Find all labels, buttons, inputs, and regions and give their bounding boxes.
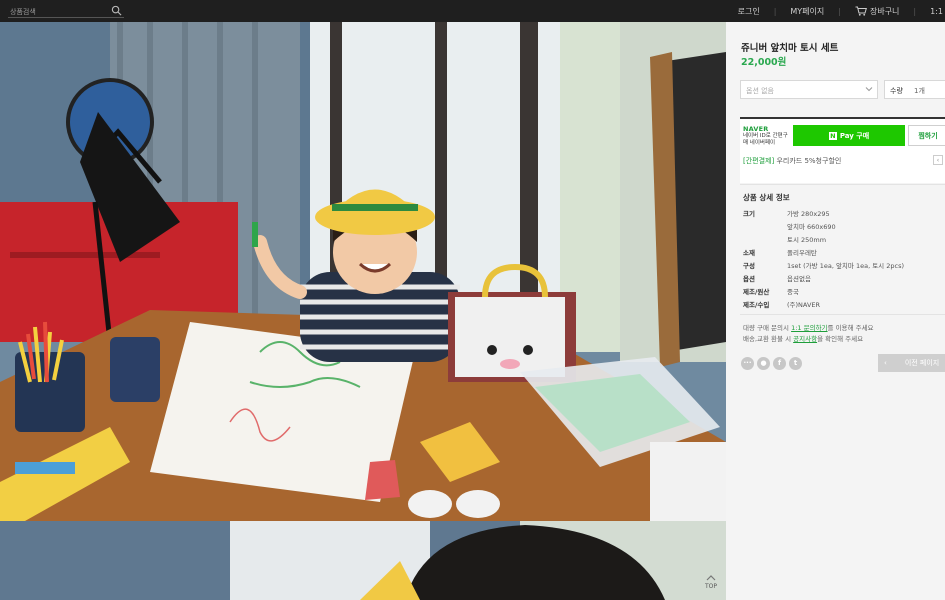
nav-divider: | xyxy=(773,6,777,16)
spec-key: 제조/원산 xyxy=(743,288,770,296)
spec-value: 중국 xyxy=(787,288,799,296)
naver-logo: NAVER xyxy=(743,125,769,133)
naver-n-icon: N xyxy=(828,131,837,140)
wishlist-button[interactable]: 찜하기 xyxy=(908,125,945,146)
naver-pay-box: NAVER 네이버 ID로 간편구매 네이버페이 N Pay 구매 찜하기 [간… xyxy=(740,117,945,183)
spec-value: 폴리우레탄 xyxy=(787,249,817,257)
spec-value: (주)NAVER xyxy=(787,301,821,309)
product-photo-2-illustration xyxy=(0,521,726,600)
spec-key: 구성 xyxy=(743,262,755,270)
notice-text: 배송,교환 환불 시 xyxy=(743,335,792,343)
promo-text: [간편결제] 우리카드 5%청구할인 xyxy=(743,156,841,166)
product-photo-illustration xyxy=(0,22,726,521)
spec-value: 토시 250mm xyxy=(787,236,827,244)
product-photo-2 xyxy=(0,521,726,600)
product-info-panel: 쥬니버 앞치마 토시 세트 22,000원 옵션 없음 수량 1개 NAVER … xyxy=(726,22,945,600)
twitter-icon[interactable]: t xyxy=(789,357,802,370)
share-icons: ··· ● f t xyxy=(741,357,802,370)
option-select[interactable]: 옵션 없음 xyxy=(740,80,878,99)
promo-tag: [간편결제] xyxy=(743,157,775,165)
notice-bulk-order: 대량 구매 문의시 1:1 문의하기를 이용해 주세요 xyxy=(743,322,874,332)
notice-shipping: 배송,교환 환불 시 공지사항을 확인해 주세요 xyxy=(743,333,863,343)
promo-desc: 우리카드 5%청구할인 xyxy=(776,157,842,165)
spec-key: 제조/수입 xyxy=(743,301,770,309)
prev-page-button[interactable]: ‹ 이전 페이지 xyxy=(878,354,945,372)
search-bar[interactable]: 상품검색 xyxy=(8,4,124,18)
share-more-icon[interactable]: ··· xyxy=(741,357,754,370)
login-link[interactable]: 로그인 xyxy=(738,6,760,17)
top-nav: 로그인 | MY페이지 | 장바구니 | 1:1 xyxy=(738,0,945,22)
spec-value: 앞치마 660x690 xyxy=(787,223,836,231)
inquiry-link[interactable]: 1:1 xyxy=(930,7,943,16)
naver-pay-description: 네이버 ID로 간편구매 네이버페이 xyxy=(743,133,788,146)
nav-divider: | xyxy=(838,6,841,16)
search-icon[interactable] xyxy=(111,5,122,16)
prev-page-label: 이전 페이지 xyxy=(904,359,940,367)
spec-row: 구성 1set (가방 1ea, 앞치마 1ea, 토시 2pcs) xyxy=(743,260,904,270)
spec-key xyxy=(743,234,787,244)
promo-arrow-button[interactable]: ‹ xyxy=(933,155,943,165)
spec-row: 토시 250mm xyxy=(743,234,826,244)
nav-divider: | xyxy=(913,6,917,16)
spec-row: 옵션 옵션없음 xyxy=(743,273,811,283)
details-title: 상품 상세 정보 xyxy=(743,193,790,202)
search-input[interactable]: 상품검색 xyxy=(10,7,36,17)
naver-pay-button[interactable]: N Pay 구매 xyxy=(793,125,905,146)
product-price: 22,000원 xyxy=(741,57,787,68)
share-talk-icon[interactable]: ● xyxy=(757,357,770,370)
spec-value: 옵션없음 xyxy=(787,275,811,283)
inquiry-link[interactable]: 1:1 문의하기 xyxy=(791,324,827,332)
product-photo xyxy=(0,22,726,521)
chevron-left-icon: ‹ xyxy=(884,359,887,367)
section-divider xyxy=(740,314,945,315)
spec-row: 제조/수입 (주)NAVER xyxy=(743,299,820,309)
cart-link[interactable]: 장바구니 xyxy=(855,6,899,17)
notice-text: 를 이용해 주세요 xyxy=(827,324,874,332)
spec-key xyxy=(743,221,787,231)
notice-link[interactable]: 공지사항 xyxy=(793,335,817,343)
top-label: TOP xyxy=(704,583,717,590)
chevron-down-icon xyxy=(865,87,873,92)
quantity-value[interactable]: 1개 xyxy=(914,86,925,96)
spec-row: 소재 폴리우레탄 xyxy=(743,247,817,257)
spec-row: 크기 가방 280x295 xyxy=(743,208,830,218)
notice-text: 을 확인해 주세요 xyxy=(817,335,864,343)
option-select-value: 옵션 없음 xyxy=(746,87,774,95)
spec-value: 가방 280x295 xyxy=(787,210,830,218)
spec-row: 제조/원산 중국 xyxy=(743,286,799,296)
spec-row: 앞치마 660x690 xyxy=(743,221,836,231)
quantity-label: 수량 xyxy=(890,87,903,95)
facebook-icon[interactable]: f xyxy=(773,357,786,370)
section-divider xyxy=(740,184,945,185)
cart-label: 장바구니 xyxy=(869,6,900,16)
product-title: 쥬니버 앞치마 토시 세트 xyxy=(741,43,839,54)
chevron-up-icon xyxy=(706,575,716,581)
cart-icon xyxy=(855,6,867,16)
quantity-stepper[interactable]: 수량 1개 xyxy=(884,80,945,99)
scroll-top-button[interactable]: TOP xyxy=(699,574,723,598)
mypage-link[interactable]: MY페이지 xyxy=(790,6,824,17)
spec-value: 1set (가방 1ea, 앞치마 1ea, 토시 2pcs) xyxy=(787,262,904,270)
notice-text: 대량 구매 문의시 xyxy=(743,324,789,332)
top-bar: 상품검색 로그인 | MY페이지 | 장바구니 | 1:1 xyxy=(0,0,945,22)
naver-pay-label: Pay 구매 xyxy=(839,131,870,140)
spec-key: 소재 xyxy=(743,249,755,257)
spec-key: 옵션 xyxy=(743,275,755,283)
spec-key: 크기 xyxy=(743,210,755,218)
